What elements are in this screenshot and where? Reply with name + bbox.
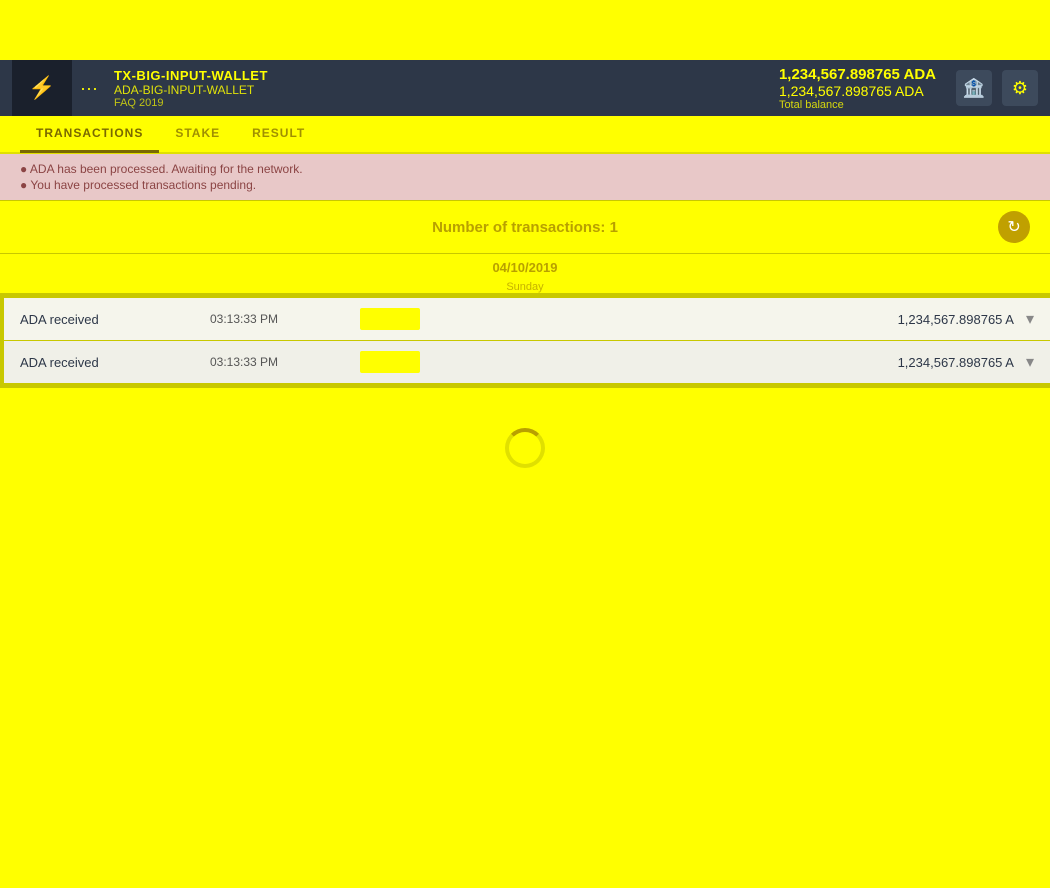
settings-icon-button[interactable]: ⚙ xyxy=(1002,70,1038,106)
sub-nav: TRANSACTIONS STAKE RESULT xyxy=(0,116,1050,154)
logo-area: ⚡ xyxy=(12,60,72,116)
tx-count-text: Number of transactions: 1 xyxy=(357,219,694,236)
app-logo-icon: ⚡ xyxy=(28,75,55,101)
wallet-name-secondary: ADA-BIG-INPUT-WALLET xyxy=(114,83,779,97)
balance-section: 1,234,567.898765 ADA 1,234,567.898765 AD… xyxy=(779,66,936,111)
tx-time-label: 03:13:33 PM xyxy=(210,312,340,326)
tx-status-badge xyxy=(360,308,420,330)
balance-primary: 1,234,567.898765 ADA xyxy=(779,66,936,83)
loading-spinner xyxy=(505,428,545,468)
wallet-name-primary: TX-BIG-INPUT-WALLET xyxy=(114,68,779,83)
wallet-icon-button[interactable]: 🏦 xyxy=(956,70,992,106)
table-row: ADA received 03:13:33 PM 1,234,567.89876… xyxy=(0,341,1050,383)
tx-type-label: ADA received xyxy=(20,355,200,370)
top-banner-text xyxy=(523,23,528,38)
tx-amount: 1,234,567.898765 A xyxy=(794,355,1014,370)
balance-label: Total balance xyxy=(779,99,844,111)
top-banner xyxy=(0,0,1050,60)
tx-status-badge xyxy=(360,351,420,373)
transaction-list: ADA received 03:13:33 PM 1,234,567.89876… xyxy=(0,293,1050,388)
loading-area xyxy=(0,388,1050,508)
warning-line-2: ● You have processed transactions pendin… xyxy=(20,178,1030,192)
warning-line-1: ● ADA has been processed. Awaiting for t… xyxy=(20,162,1030,176)
tx-type-label: ADA received xyxy=(20,312,200,327)
date-label: 04/10/2019 xyxy=(0,254,1050,281)
warning-banner: ● ADA has been processed. Awaiting for t… xyxy=(0,154,1050,200)
balance-secondary: 1,234,567.898765 ADA xyxy=(779,83,924,99)
header-icons: 🏦 ⚙ xyxy=(956,70,1038,106)
header: ⚡ ··· TX-BIG-INPUT-WALLET ADA-BIG-INPUT-… xyxy=(0,60,1050,116)
tab-transactions[interactable]: TRANSACTIONS xyxy=(20,115,159,153)
expand-icon[interactable]: ▾ xyxy=(1026,309,1034,329)
wallet-faq: FAQ 2019 xyxy=(114,97,779,109)
date-sub-label: Sunday xyxy=(0,281,1050,293)
table-row: ADA received 03:13:33 PM 1,234,567.89876… xyxy=(0,298,1050,340)
transactions-area: Number of transactions: 1 ↻ 04/10/2019 S… xyxy=(0,200,1050,388)
tx-time-label: 03:13:33 PM xyxy=(210,355,340,369)
filter-button[interactable]: ↻ xyxy=(998,211,1030,243)
expand-icon[interactable]: ▾ xyxy=(1026,352,1034,372)
wallet-info: TX-BIG-INPUT-WALLET ADA-BIG-INPUT-WALLET… xyxy=(106,68,779,109)
tx-amount: 1,234,567.898765 A xyxy=(794,312,1014,327)
tab-stake[interactable]: STAKE xyxy=(159,115,236,153)
nav-dots-icon: ··· xyxy=(80,78,98,99)
tx-count-bar: Number of transactions: 1 ↻ xyxy=(0,200,1050,254)
tab-result[interactable]: RESULT xyxy=(236,115,321,153)
